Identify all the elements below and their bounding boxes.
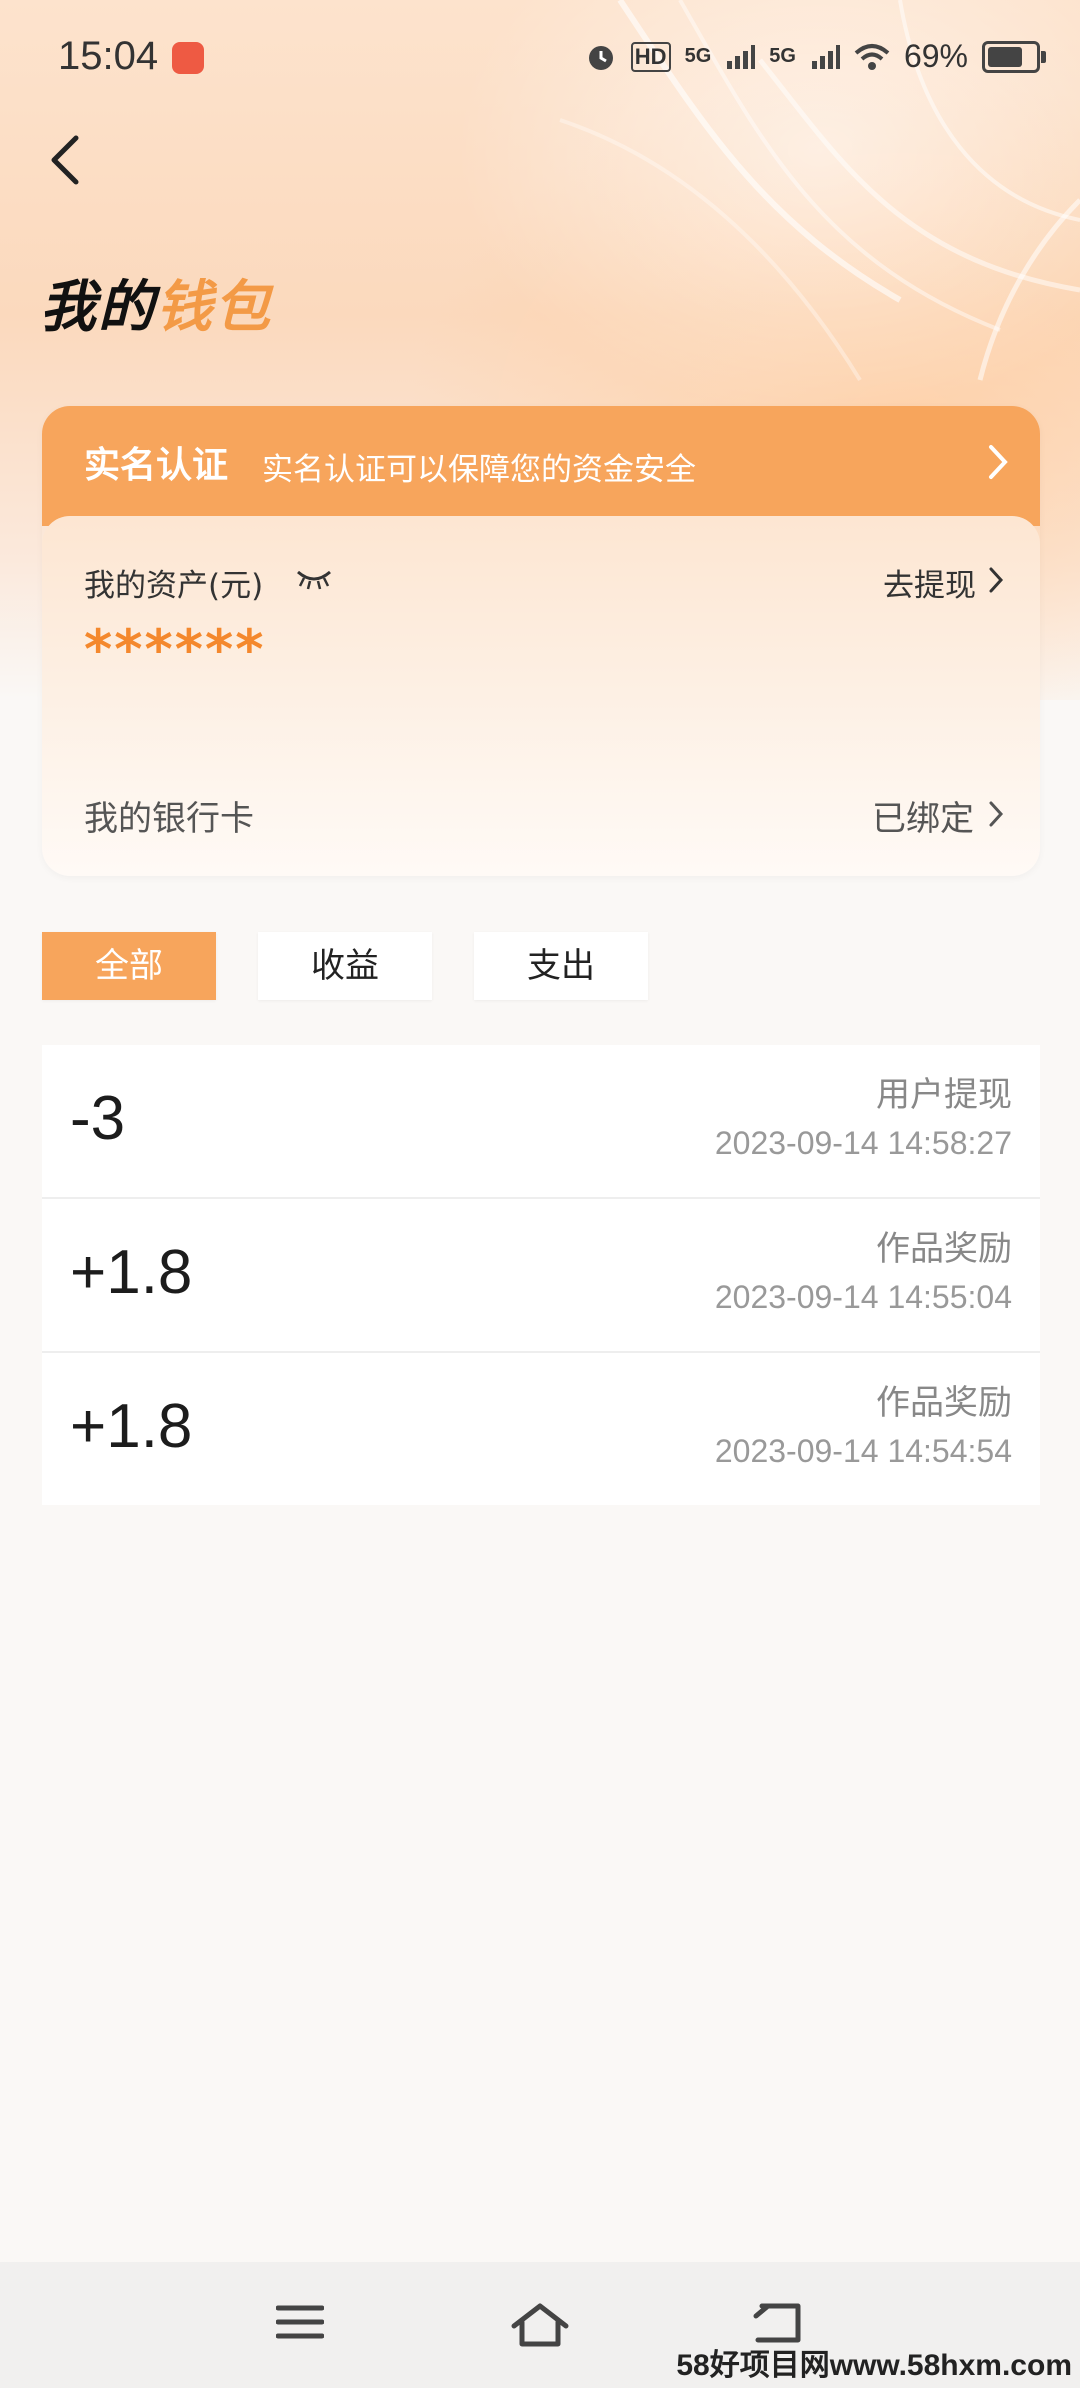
transaction-row[interactable]: +1.8 作品奖励 2023-09-14 14:54:54 <box>42 1353 1040 1505</box>
transaction-description: 作品奖励 <box>876 1229 1012 1269</box>
wifi-icon <box>854 43 890 70</box>
status-icons: HD 5G 5G 69% <box>585 38 1046 75</box>
transaction-amount: +1.8 <box>70 1238 193 1307</box>
bank-card-label[interactable]: 我的银行卡 <box>84 791 254 840</box>
wallet-card: 实名认证 实名认证可以保障您的资金安全 我的资产(元) 去提现 ****** 我… <box>42 406 1040 876</box>
masked-balance: ****** <box>84 618 266 681</box>
chevron-right-icon <box>989 567 1004 593</box>
verification-title: 实名认证 <box>84 445 229 486</box>
chevron-right-icon <box>989 445 1008 479</box>
eye-closed-icon[interactable] <box>296 568 332 590</box>
transaction-datetime: 2023-09-14 14:54:54 <box>714 1433 1012 1469</box>
app-notification-icon <box>172 42 204 74</box>
transaction-datetime: 2023-09-14 14:58:27 <box>714 1125 1012 1161</box>
real-name-verification-banner[interactable]: 实名认证 实名认证可以保障您的资金安全 <box>42 406 1040 526</box>
transaction-row[interactable]: -3 用户提现 2023-09-14 14:58:27 <box>42 1045 1040 1199</box>
signal-5g-1-label: 5G <box>684 45 712 67</box>
asset-label: 我的资产(元) <box>84 568 264 604</box>
tab-income[interactable]: 收益 <box>258 932 432 1000</box>
transaction-datetime: 2023-09-14 14:55:04 <box>714 1279 1012 1315</box>
verification-description: 实名认证可以保障您的资金安全 <box>262 452 696 488</box>
chevron-right-icon <box>989 801 1004 827</box>
transaction-row[interactable]: +1.8 作品奖励 2023-09-14 14:55:04 <box>42 1199 1040 1353</box>
transaction-amount: +1.8 <box>70 1392 193 1461</box>
transaction-list: -3 用户提现 2023-09-14 14:58:27 +1.8 作品奖励 20… <box>42 1045 1040 1505</box>
status-time: 15:04 <box>58 34 159 78</box>
signal-icon <box>727 44 756 69</box>
back-arrow-icon[interactable] <box>46 130 86 190</box>
transaction-description: 作品奖励 <box>876 1383 1012 1423</box>
menu-icon[interactable] <box>276 2302 324 2342</box>
system-navigation-bar: 58好项目网www.58hxm.com <box>0 2262 1080 2388</box>
tab-expense[interactable]: 支出 <box>474 932 648 1000</box>
transaction-amount: -3 <box>70 1084 126 1153</box>
withdraw-link[interactable]: 去提现 <box>883 560 976 605</box>
battery-icon <box>982 40 1046 73</box>
signal-5g-2-label: 5G <box>769 45 796 67</box>
status-bar: 15:04 HD 5G 5G 69% <box>0 0 1080 120</box>
tab-all[interactable]: 全部 <box>42 932 216 1000</box>
transaction-description: 用户提现 <box>876 1075 1012 1115</box>
signal-icon <box>811 44 840 69</box>
hd-label: HD <box>630 41 671 72</box>
page-title: 我的钱包 <box>40 275 272 340</box>
battery-percent: 69% <box>903 38 968 74</box>
watermark: 58好项目网www.58hxm.com <box>676 2349 1072 2382</box>
asset-panel: 我的资产(元) 去提现 ****** 我的银行卡 已绑定 <box>42 516 1040 876</box>
bank-card-status[interactable]: 已绑定 <box>872 791 974 840</box>
home-icon[interactable] <box>510 2302 570 2348</box>
alarm-icon <box>588 45 613 70</box>
